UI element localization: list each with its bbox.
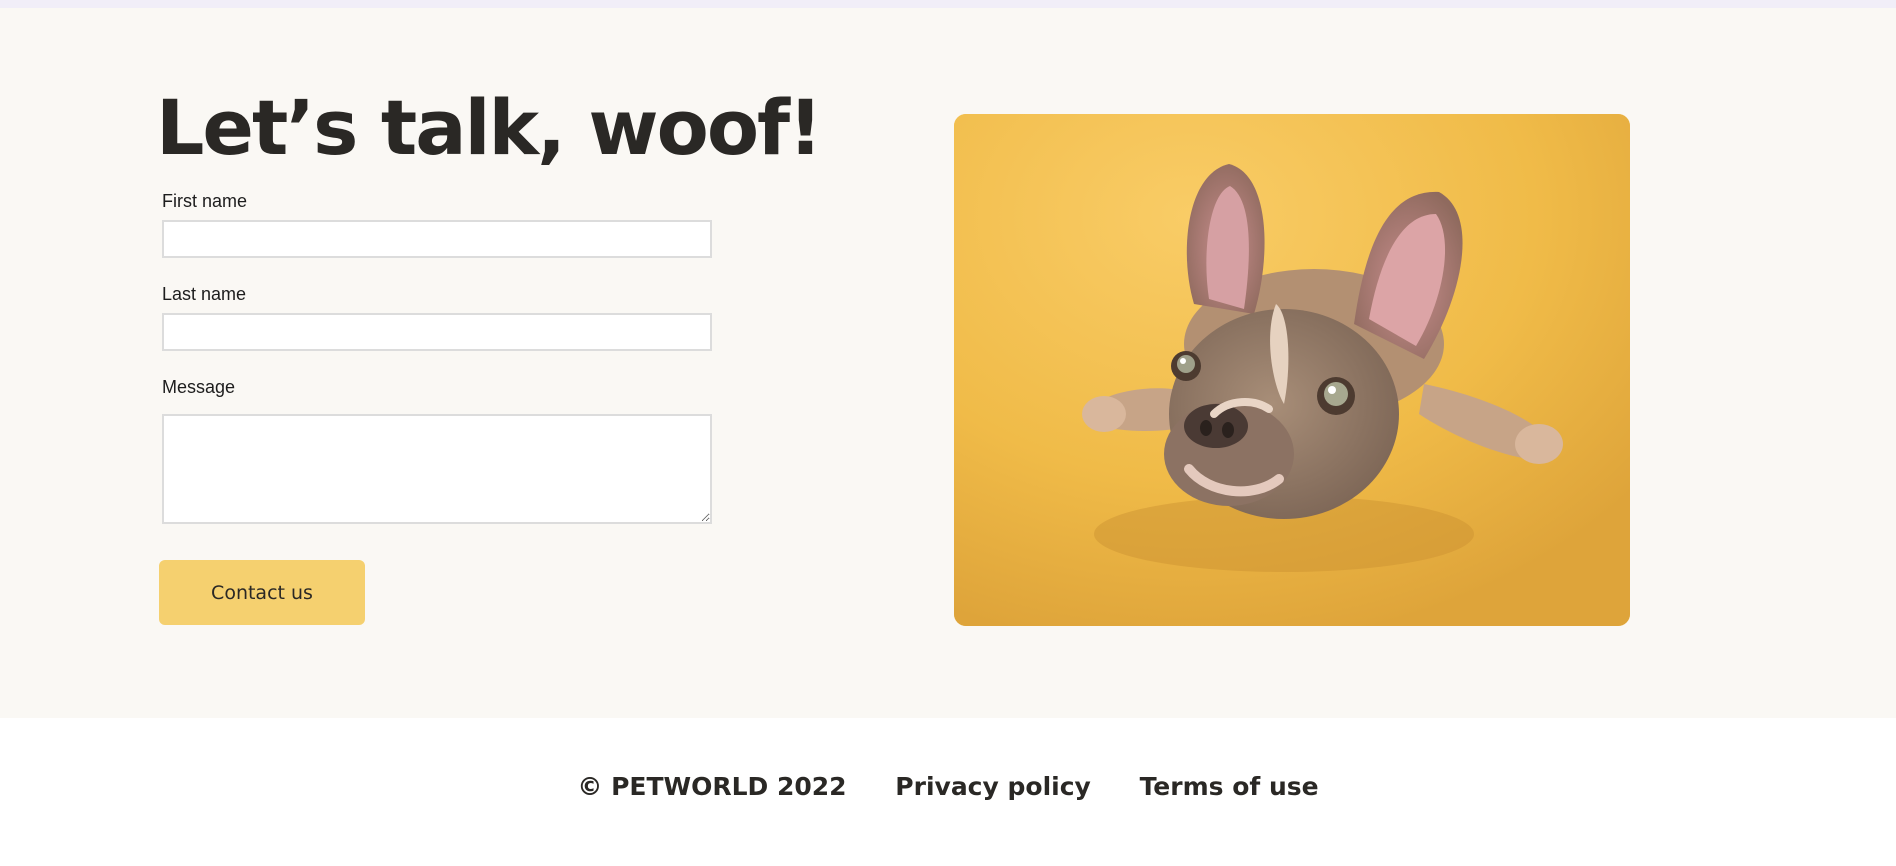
french-bulldog-illustration: [954, 114, 1630, 626]
first-name-field[interactable]: [162, 220, 712, 258]
top-strip: [0, 0, 1896, 8]
privacy-policy-link[interactable]: Privacy policy: [895, 772, 1091, 801]
message-label: Message: [162, 377, 236, 397]
footer: © PETWORLD 2022 Privacy policy Terms of …: [0, 718, 1896, 866]
first-name-label: First name: [162, 191, 248, 211]
footer-links: © PETWORLD 2022 Privacy policy Terms of …: [0, 772, 1896, 801]
copyright-text: © PETWORLD 2022: [577, 772, 847, 801]
contact-section: Let’s talk, woof! First name Last name M…: [0, 8, 1896, 718]
contact-us-button[interactable]: Contact us: [159, 560, 365, 625]
last-name-field[interactable]: [162, 313, 712, 351]
dog-photo: [954, 114, 1630, 626]
message-field[interactable]: [162, 414, 712, 524]
terms-of-use-link[interactable]: Terms of use: [1140, 772, 1319, 801]
page-title: Let’s talk, woof!: [156, 83, 823, 172]
last-name-label: Last name: [162, 284, 247, 304]
